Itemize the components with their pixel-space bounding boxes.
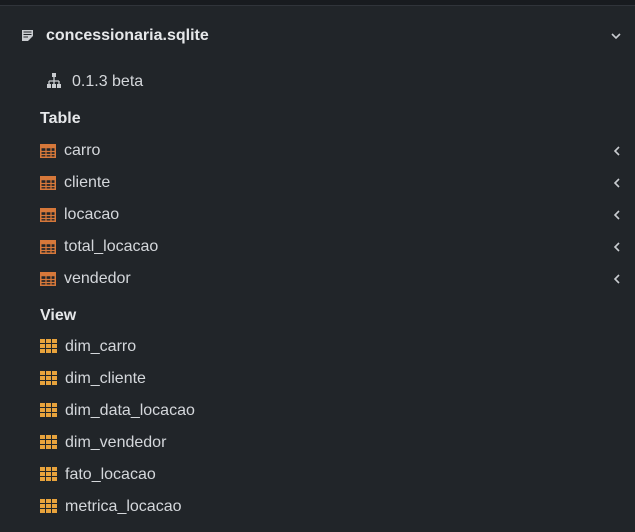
chevron-down-icon[interactable] bbox=[609, 29, 623, 43]
view-grid-icon bbox=[40, 467, 57, 481]
view-item-dim_carro[interactable]: dim_carro bbox=[0, 334, 635, 360]
view-item-label: dim_data_locacao bbox=[65, 402, 195, 419]
table-icon bbox=[40, 144, 56, 158]
view-item-dim_vendedor[interactable]: dim_vendedor bbox=[0, 430, 635, 456]
table-section-title: Table bbox=[40, 110, 81, 127]
view-item-label: fato_locacao bbox=[65, 466, 156, 483]
view-section-title: View bbox=[40, 307, 77, 324]
chevron-left-icon[interactable] bbox=[611, 144, 623, 158]
table-item-locacao[interactable]: locacao bbox=[0, 202, 635, 228]
view-item-label: dim_carro bbox=[65, 338, 137, 355]
top-border bbox=[0, 0, 635, 6]
view-item-dim_cliente[interactable]: dim_cliente bbox=[0, 366, 635, 392]
database-file-icon bbox=[22, 30, 33, 41]
view-item-dim_data_locacao[interactable]: dim_data_locacao bbox=[0, 398, 635, 424]
table-item-label: total_locacao bbox=[64, 238, 159, 255]
view-grid-icon bbox=[40, 403, 57, 417]
table-item-label: carro bbox=[64, 142, 101, 159]
table-item-cliente[interactable]: cliente bbox=[0, 170, 635, 196]
version-label: 0.1.3 beta bbox=[72, 73, 144, 90]
table-icon bbox=[40, 240, 56, 254]
chevron-left-icon[interactable] bbox=[611, 272, 623, 286]
view-grid-icon bbox=[40, 499, 57, 513]
chevron-left-icon[interactable] bbox=[611, 240, 623, 254]
chevron-left-icon[interactable] bbox=[611, 208, 623, 222]
table-item-label: vendedor bbox=[64, 270, 131, 287]
chevron-left-icon[interactable] bbox=[611, 176, 623, 190]
table-item-label: locacao bbox=[64, 206, 120, 223]
table-icon bbox=[40, 272, 56, 286]
table-item-vendedor[interactable]: vendedor bbox=[0, 266, 635, 292]
hierarchy-icon bbox=[47, 73, 61, 88]
view-grid-icon bbox=[40, 371, 57, 385]
view-item-label: metrica_locacao bbox=[65, 498, 182, 515]
table-icon bbox=[40, 208, 56, 222]
database-header[interactable]: concessionaria.sqlite bbox=[0, 20, 635, 52]
table-item-total_locacao[interactable]: total_locacao bbox=[0, 234, 635, 260]
table-icon bbox=[40, 176, 56, 190]
view-grid-icon bbox=[40, 339, 57, 353]
table-item-carro[interactable]: carro bbox=[0, 138, 635, 164]
table-item-label: cliente bbox=[64, 174, 111, 191]
view-item-label: dim_cliente bbox=[65, 370, 146, 387]
view-item-fato_locacao[interactable]: fato_locacao bbox=[0, 462, 635, 488]
database-name: concessionaria.sqlite bbox=[46, 27, 209, 44]
view-grid-icon bbox=[40, 435, 57, 449]
view-item-label: dim_vendedor bbox=[65, 434, 167, 451]
view-item-metrica_locacao[interactable]: metrica_locacao bbox=[0, 494, 635, 520]
